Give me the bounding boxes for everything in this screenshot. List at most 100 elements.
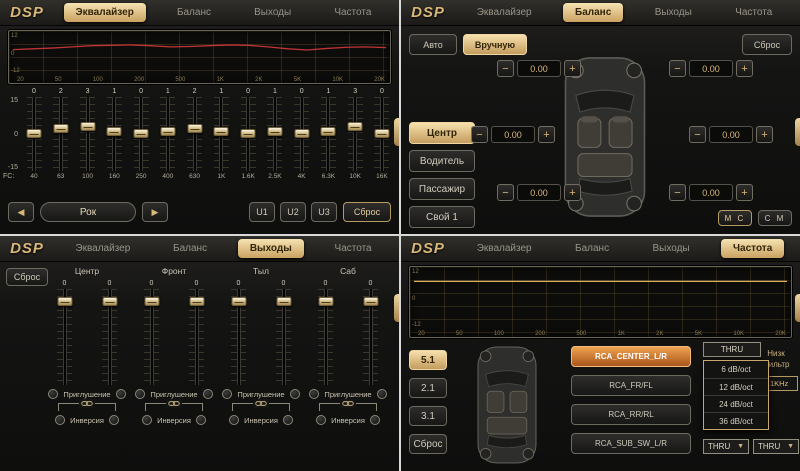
plus-button[interactable]: +	[564, 60, 581, 77]
minus-button[interactable]: −	[689, 126, 706, 143]
preset-prev-button[interactable]: ◀	[8, 202, 34, 222]
mute-checkbox-left[interactable]	[48, 389, 58, 399]
slider-thumb[interactable]	[231, 297, 246, 306]
tab-frequency[interactable]: Частота	[721, 239, 784, 258]
side-scroll-handle[interactable]	[795, 118, 800, 146]
slider-thumb[interactable]	[27, 129, 42, 138]
level-slider[interactable]	[231, 289, 246, 385]
preset-next-button[interactable]: ▶	[142, 202, 168, 222]
slider-thumb[interactable]	[348, 122, 363, 131]
slider-thumb[interactable]	[214, 127, 229, 136]
tab-balance[interactable]: Баланс	[563, 239, 621, 258]
tab-outputs[interactable]: Выходы	[643, 3, 704, 22]
mc-mode-button[interactable]: M C	[718, 210, 752, 226]
plus-button[interactable]: +	[564, 184, 581, 201]
band-slider[interactable]	[80, 97, 95, 171]
slope-selected-value[interactable]: THRU	[703, 342, 761, 357]
balance-reset-button[interactable]: Сброс	[742, 34, 792, 55]
band-slider[interactable]	[214, 97, 229, 171]
slope-option[interactable]: 12 dB/oct	[704, 378, 768, 395]
plus-button[interactable]: +	[538, 126, 555, 143]
chain-link-icon[interactable]	[166, 399, 182, 408]
tab-frequency[interactable]: Частота	[723, 3, 784, 22]
cm-mode-button[interactable]: C M	[758, 210, 792, 226]
sub-filter-select-2[interactable]: THRU ▼	[753, 439, 799, 454]
minus-button[interactable]: −	[669, 184, 686, 201]
speaker-mode-button[interactable]: 3.1	[409, 406, 447, 426]
mute-checkbox-right[interactable]	[203, 389, 213, 399]
slider-thumb[interactable]	[187, 124, 202, 133]
tab-equalizer[interactable]: Эквалайзер	[64, 3, 146, 22]
memory-preset-button[interactable]: U3	[311, 202, 337, 222]
tab-equalizer[interactable]: Эквалайзер	[465, 3, 544, 22]
band-slider[interactable]	[134, 97, 149, 171]
band-slider[interactable]	[321, 97, 336, 171]
slider-thumb[interactable]	[321, 127, 336, 136]
slider-thumb[interactable]	[134, 129, 149, 138]
rca-channel-button[interactable]: RCA_SUB_SW_L/R	[571, 433, 691, 454]
minus-button[interactable]: −	[669, 60, 686, 77]
band-slider[interactable]	[27, 97, 42, 171]
slope-option[interactable]: 24 dB/oct	[704, 395, 768, 412]
level-slider[interactable]	[189, 289, 204, 385]
plus-button[interactable]: +	[756, 126, 773, 143]
band-slider[interactable]	[160, 97, 175, 171]
slope-option[interactable]: 6 dB/oct	[704, 361, 768, 378]
memory-preset-button[interactable]: U1	[249, 202, 275, 222]
slider-thumb[interactable]	[189, 297, 204, 306]
slider-thumb[interactable]	[241, 129, 256, 138]
plus-button[interactable]: +	[736, 60, 753, 77]
tab-balance[interactable]: Баланс	[563, 3, 623, 22]
slider-thumb[interactable]	[107, 127, 122, 136]
level-slider[interactable]	[276, 289, 291, 385]
slider-thumb[interactable]	[80, 122, 95, 131]
slope-option[interactable]: 36 dB/oct	[704, 412, 768, 429]
slider-thumb[interactable]	[57, 297, 72, 306]
slider-thumb[interactable]	[102, 297, 117, 306]
inversion-checkbox-left[interactable]	[142, 415, 152, 425]
band-slider[interactable]	[53, 97, 68, 171]
memory-preset-button[interactable]: U2	[280, 202, 306, 222]
tab-equalizer[interactable]: Эквалайзер	[63, 239, 142, 258]
speaker-mode-button[interactable]: 5.1	[409, 350, 447, 370]
tab-balance[interactable]: Баланс	[161, 239, 219, 258]
level-slider[interactable]	[363, 289, 378, 385]
mute-checkbox-left[interactable]	[135, 389, 145, 399]
minus-button[interactable]: −	[497, 184, 514, 201]
inversion-checkbox-right[interactable]	[196, 415, 206, 425]
rca-channel-button[interactable]: RCA_CENTER_L/R	[571, 346, 691, 367]
slider-thumb[interactable]	[363, 297, 378, 306]
tab-balance[interactable]: Баланс	[165, 3, 223, 22]
tab-frequency[interactable]: Частота	[322, 3, 383, 22]
listening-position-button[interactable]: Пассажир	[409, 178, 475, 200]
sub-filter-select-1[interactable]: THRU ▼	[703, 439, 749, 454]
slider-thumb[interactable]	[294, 129, 309, 138]
listening-position-button[interactable]: Водитель	[409, 150, 475, 172]
side-scroll-handle[interactable]	[795, 294, 800, 322]
side-scroll-handle[interactable]	[394, 118, 399, 146]
level-slider[interactable]	[318, 289, 333, 385]
minus-button[interactable]: −	[471, 126, 488, 143]
inversion-checkbox-right[interactable]	[283, 415, 293, 425]
plus-button[interactable]: +	[736, 184, 753, 201]
inversion-checkbox-left[interactable]	[316, 415, 326, 425]
slider-thumb[interactable]	[318, 297, 333, 306]
mute-checkbox-right[interactable]	[377, 389, 387, 399]
minus-button[interactable]: −	[497, 60, 514, 77]
eq-reset-button[interactable]: Сброс	[343, 202, 391, 222]
mute-checkbox-left[interactable]	[309, 389, 319, 399]
chain-link-icon[interactable]	[79, 399, 95, 408]
listening-position-button[interactable]: Центр	[409, 122, 475, 144]
rca-channel-button[interactable]: RCA_FR/FL	[571, 375, 691, 396]
chain-link-icon[interactable]	[340, 399, 356, 408]
inversion-checkbox-right[interactable]	[370, 415, 380, 425]
side-scroll-handle[interactable]	[394, 294, 399, 322]
inversion-checkbox-left[interactable]	[229, 415, 239, 425]
tab-outputs[interactable]: Выходы	[242, 3, 303, 22]
inversion-checkbox-right[interactable]	[109, 415, 119, 425]
mute-checkbox-right[interactable]	[290, 389, 300, 399]
tab-outputs[interactable]: Выходы	[238, 239, 304, 258]
mute-checkbox-right[interactable]	[116, 389, 126, 399]
band-slider[interactable]	[107, 97, 122, 171]
tab-equalizer[interactable]: Эквалайзер	[465, 239, 544, 258]
